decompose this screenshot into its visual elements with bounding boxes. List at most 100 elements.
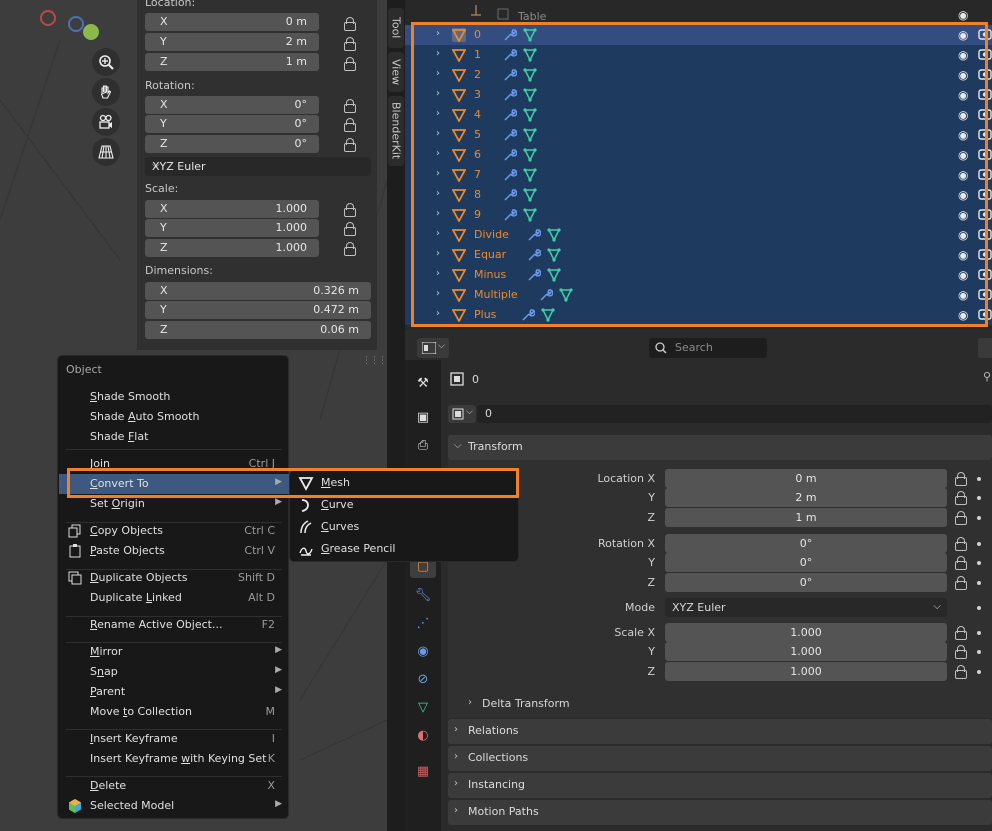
collections-panel-header[interactable]: › Collections xyxy=(448,746,992,771)
pin-icon[interactable]: ⚲ xyxy=(983,370,991,383)
menu-item[interactable]: Parent ▶ xyxy=(59,682,289,702)
search-input[interactable]: Search xyxy=(649,338,767,358)
render-icon[interactable]: ▣ xyxy=(414,408,432,426)
lock-icon[interactable] xyxy=(343,203,357,217)
convert-to-option[interactable]: Grease Pencil xyxy=(290,538,520,560)
pan-hand-icon[interactable] xyxy=(92,78,120,106)
scale-y-field[interactable]: 1.000 xyxy=(665,642,947,661)
scale-y-field[interactable]: Y 1.000 xyxy=(145,219,319,237)
lock-icon[interactable] xyxy=(343,242,357,256)
menu-item[interactable]: Move to Collection M xyxy=(59,702,289,722)
location-x-field[interactable]: X0 m xyxy=(145,13,319,31)
lock-icon[interactable] xyxy=(954,556,968,570)
dimension-z-field[interactable]: Z 0.06 m xyxy=(145,321,371,339)
rotation-y-field[interactable]: Y 0° xyxy=(145,115,319,133)
modifier-wrench-icon[interactable]: 🔧︎ xyxy=(414,586,432,604)
instancing-panel-header[interactable]: › Instancing xyxy=(448,773,992,798)
keyframe-dot-icon[interactable] xyxy=(977,631,981,635)
material-icon[interactable]: ◐ xyxy=(414,726,432,744)
lock-icon[interactable] xyxy=(343,57,357,71)
menu-item[interactable]: Duplicate Linked Alt D xyxy=(59,588,289,608)
gizmo-y-axis-icon[interactable] xyxy=(68,16,84,32)
rotation-z-field[interactable]: 0° xyxy=(665,573,947,592)
rotation-y-field[interactable]: 0° xyxy=(665,553,947,572)
lock-icon[interactable] xyxy=(343,138,357,152)
lock-icon[interactable] xyxy=(954,645,968,659)
scale-z-field[interactable]: Z 1.000 xyxy=(145,239,319,257)
perspective-grid-icon[interactable] xyxy=(92,138,120,166)
rotation-x-field[interactable]: X 0° xyxy=(145,96,319,114)
keyframe-dot-icon[interactable] xyxy=(977,606,981,610)
lock-icon[interactable] xyxy=(954,537,968,551)
menu-item[interactable]: Shade Smooth xyxy=(59,387,289,407)
menu-item[interactable]: Insert Keyframe with Keying Set K xyxy=(59,749,289,769)
editor-type-button[interactable]: ⌵ xyxy=(417,338,449,358)
mesh-data-icon[interactable]: ▽ xyxy=(414,698,432,716)
constraints-icon[interactable]: ⊘ xyxy=(414,670,432,688)
keyframe-dot-icon[interactable] xyxy=(977,561,981,565)
lock-icon[interactable] xyxy=(954,472,968,486)
menu-item[interactable]: Snap ▶ xyxy=(59,662,289,682)
lock-icon[interactable] xyxy=(954,665,968,679)
tab-blenderkit[interactable]: BlenderKit xyxy=(388,96,404,166)
physics-icon[interactable]: ◉ xyxy=(414,642,432,660)
lock-icon[interactable] xyxy=(954,511,968,525)
gizmo-x-axis-icon[interactable] xyxy=(40,10,56,26)
menu-item[interactable]: Delete X xyxy=(59,776,289,796)
data-browse-button[interactable]: ⌵ xyxy=(448,405,476,423)
texture-icon[interactable]: ▦ xyxy=(414,762,432,780)
lock-icon[interactable] xyxy=(343,37,357,51)
keyframe-dot-icon[interactable] xyxy=(977,542,981,546)
eye-icon[interactable]: ◉ xyxy=(958,8,968,22)
transform-panel-header[interactable]: ⌵ Transform xyxy=(448,435,992,460)
menu-item[interactable]: Selected Model ▶ xyxy=(59,796,289,816)
lock-icon[interactable] xyxy=(343,222,357,236)
menu-item[interactable]: Insert Keyframe I xyxy=(59,729,289,749)
drag-handle-icon[interactable]: ⋮⋮⋮ xyxy=(362,356,387,366)
output-icon[interactable]: ⎙ xyxy=(414,436,432,454)
location-z-field[interactable]: Z1 m xyxy=(145,53,319,71)
menu-item[interactable]: Duplicate Objects Shift D xyxy=(59,568,289,588)
rotation-z-field[interactable]: Z 0° xyxy=(145,135,319,153)
dimension-x-field[interactable]: X 0.326 m xyxy=(145,282,371,300)
camera-view-icon[interactable] xyxy=(92,108,120,136)
particles-icon[interactable]: ⋰ xyxy=(414,614,432,632)
location-z-field[interactable]: 1 m xyxy=(665,508,947,527)
menu-item[interactable]: Copy Objects Ctrl C xyxy=(59,521,289,541)
lock-icon[interactable] xyxy=(343,118,357,132)
options-dropdown[interactable] xyxy=(978,338,992,358)
scale-x-field[interactable]: X 1.000 xyxy=(145,200,319,218)
lock-icon[interactable] xyxy=(954,626,968,640)
keyframe-dot-icon[interactable] xyxy=(977,477,981,481)
motion-paths-panel-header[interactable]: › Motion Paths xyxy=(448,800,992,825)
lock-icon[interactable] xyxy=(343,17,357,31)
zoom-icon[interactable] xyxy=(92,48,120,76)
keyframe-dot-icon[interactable] xyxy=(977,650,981,654)
delta-transform-subpanel[interactable]: › Delta Transform xyxy=(462,692,992,716)
location-y-field[interactable]: Y2 m xyxy=(145,33,319,51)
menu-item[interactable]: Shade Auto Smooth xyxy=(59,407,289,427)
scale-z-field[interactable]: 1.000 xyxy=(665,662,947,681)
menu-item[interactable]: Mirror ▶ xyxy=(59,642,289,662)
dimension-y-field[interactable]: Y 0.472 m xyxy=(145,301,371,319)
location-y-field[interactable]: 2 m xyxy=(665,488,947,507)
menu-item[interactable]: Paste Objects Ctrl V xyxy=(59,541,289,561)
location-x-field[interactable]: 0 m xyxy=(665,469,947,488)
keyframe-dot-icon[interactable] xyxy=(977,516,981,520)
menu-item[interactable]: Rename Active Object... F2 xyxy=(59,615,289,635)
lock-icon[interactable] xyxy=(343,99,357,113)
object-name-field[interactable]: 0 xyxy=(477,405,992,423)
keyframe-dot-icon[interactable] xyxy=(977,670,981,674)
rotation-mode-dropdown[interactable]: XYZ Euler ⌵ xyxy=(665,598,947,617)
lock-icon[interactable] xyxy=(954,491,968,505)
tool-settings-icon[interactable]: ⚒ xyxy=(414,374,432,392)
keyframe-dot-icon[interactable] xyxy=(977,581,981,585)
rotation-mode-dropdown[interactable]: XYZ Euler ⌵ xyxy=(145,157,371,176)
lock-icon[interactable] xyxy=(954,576,968,590)
tab-view[interactable]: View xyxy=(388,52,404,92)
menu-item[interactable]: Shade Flat xyxy=(59,427,289,447)
keyframe-dot-icon[interactable] xyxy=(977,496,981,500)
relations-panel-header[interactable]: › Relations xyxy=(448,719,992,744)
gizmo-z-axis-icon[interactable] xyxy=(83,24,99,40)
scale-x-field[interactable]: 1.000 xyxy=(665,623,947,642)
